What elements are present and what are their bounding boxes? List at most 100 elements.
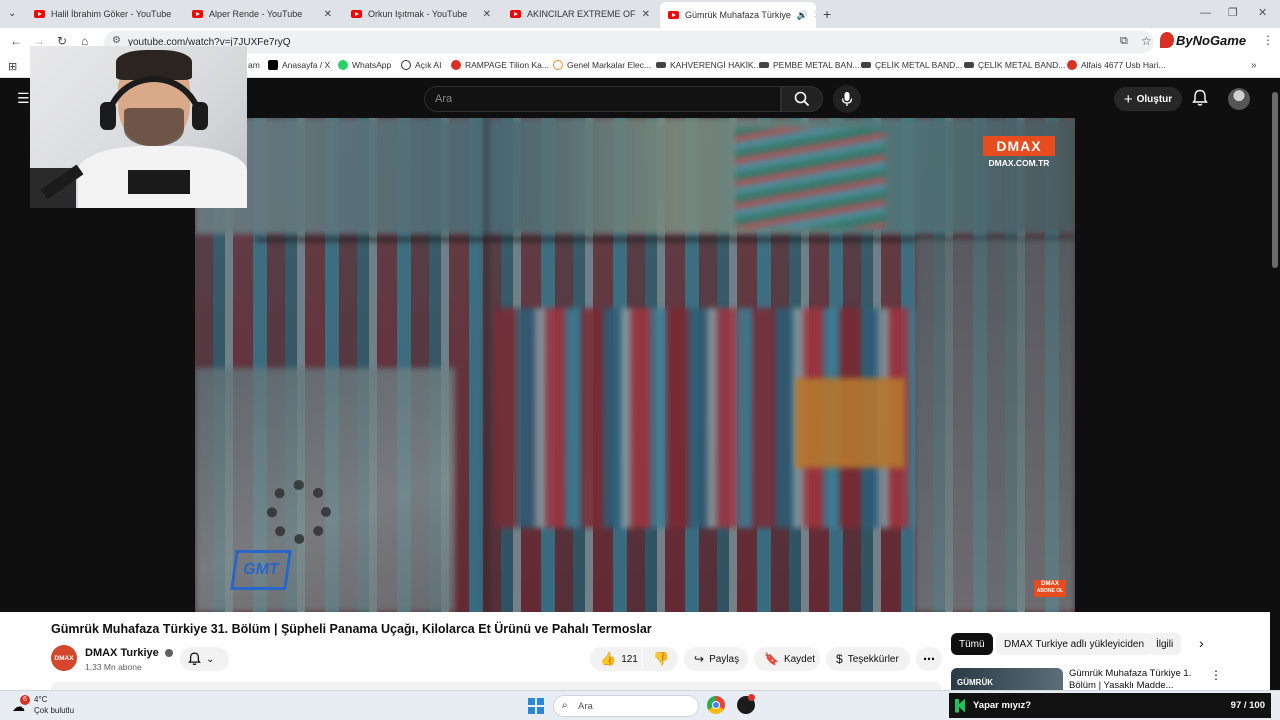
bookmark-kahverengi[interactable]: KAHVERENGİ HAKİK... bbox=[656, 60, 761, 70]
apps-grid-icon[interactable]: ⊞ bbox=[8, 60, 17, 73]
game-overlay-widget[interactable]: Yapar mıyız? 97 / 100 bbox=[949, 693, 1271, 718]
chrome-taskbar-icon[interactable] bbox=[707, 696, 725, 714]
save-button[interactable]: 🔖 Kaydet bbox=[754, 647, 820, 671]
microphone-icon bbox=[841, 92, 853, 106]
bookmark-acik-ai[interactable]: Açık AI bbox=[401, 60, 441, 70]
tab-search-chevron-icon[interactable]: ⌄ bbox=[8, 8, 16, 19]
speaker-icon[interactable]: 🔊 bbox=[797, 10, 808, 21]
youtube-favicon-icon bbox=[192, 10, 203, 18]
suggested-title-line-1: Gümrük Muhafaza Türkiye 1. bbox=[1069, 668, 1192, 679]
close-tab-icon[interactable]: ✕ bbox=[636, 9, 650, 20]
description-box[interactable] bbox=[51, 682, 941, 690]
more-actions-button[interactable]: ⋯ bbox=[916, 647, 942, 671]
video-frame-top bbox=[195, 118, 1075, 234]
channel-avatar[interactable]: DMAX bbox=[51, 645, 77, 671]
bookmark-x[interactable]: Anasayfa / X bbox=[268, 60, 330, 70]
cast-icon[interactable]: ⧉ bbox=[1120, 35, 1128, 48]
bookmark-whatsapp[interactable]: WhatsApp bbox=[338, 60, 391, 70]
bookmark-star-icon[interactable]: ☆ bbox=[1141, 34, 1152, 48]
close-tab-icon[interactable]: ✕ bbox=[808, 10, 816, 21]
video-info-panel: Gümrük Muhafaza Türkiye 31. Bölüm | Şüph… bbox=[0, 612, 1280, 690]
bookmark-label: PEMBE METAL BAN... bbox=[773, 60, 860, 70]
search-input[interactable]: Ara bbox=[424, 86, 781, 112]
bookmark-label: Açık AI bbox=[415, 60, 442, 70]
windows-taskbar: ☁ 6 4°C Çok bulutlu ⌕ Ara Yapar mıyız? 9… bbox=[0, 690, 1280, 720]
notification-bell-button[interactable]: ⌄ bbox=[180, 647, 229, 671]
youtube-favicon-icon bbox=[34, 10, 45, 18]
tab-orkun-isitmak[interactable]: Orkun Işıtmak - YouTube ✕ bbox=[343, 3, 499, 25]
bookmark-pembe-metal[interactable]: PEMBE METAL BAN... bbox=[759, 60, 859, 70]
game-score: 97 / 100 bbox=[1230, 700, 1265, 711]
tab-gumruk-muhafaza[interactable]: Gümrük Muhafaza Türkiye 🔊 ✕ bbox=[660, 2, 816, 28]
browser-menu-icon[interactable]: ⋮ bbox=[1262, 33, 1274, 47]
page-scrollbar[interactable] bbox=[1270, 80, 1280, 690]
back-arrow-icon[interactable]: ← bbox=[10, 34, 22, 48]
car-icon bbox=[759, 62, 769, 68]
chevron-down-icon: ⌄ bbox=[206, 653, 215, 665]
close-tab-icon[interactable]: ✕ bbox=[318, 9, 332, 20]
x-logo-icon bbox=[268, 60, 278, 70]
gmt-logo: GMT bbox=[230, 550, 292, 590]
user-avatar[interactable] bbox=[1228, 88, 1250, 110]
tab-title: AKINCILAR EXTREME OFFROAD bbox=[527, 9, 636, 19]
chip-from-uploader[interactable]: DMAX Turkiye adlı yükleyiciden bbox=[996, 633, 1153, 655]
search-icon bbox=[794, 91, 810, 107]
bookmark-celik-metal-1[interactable]: ÇELİK METAL BAND... bbox=[861, 60, 962, 70]
site-info-icon[interactable]: ⚙ bbox=[112, 35, 121, 46]
webcam-overlay bbox=[30, 46, 247, 208]
bookmark-celik-metal-2[interactable]: ÇELİK METAL BAND... bbox=[964, 60, 1065, 70]
address-bar[interactable]: ⚙ youtube.com/watch?v=j7JUXFe7ryQ bbox=[104, 31, 1154, 53]
tab-alper-rende[interactable]: Alper Rende - YouTube ✕ bbox=[184, 3, 340, 25]
bookmark-instagram[interactable]: am bbox=[248, 60, 260, 70]
like-button[interactable]: 👍 121 bbox=[590, 647, 642, 671]
bookmark-genel-markalar[interactable]: Genel Markalar Elec... bbox=[553, 60, 651, 70]
subscriber-count: 1,33 Mn abone bbox=[85, 662, 142, 672]
scrollbar-thumb[interactable] bbox=[1272, 92, 1278, 268]
bookmark-label: RAMPAGE Tilion Ka... bbox=[465, 60, 549, 70]
close-tab-icon[interactable]: ✕ bbox=[171, 9, 178, 20]
weather-widget[interactable]: ☁ 6 bbox=[12, 695, 30, 714]
suggested-video-title[interactable]: Gümrük Muhafaza Türkiye 1. Bölüm | Yasak… bbox=[1069, 668, 1209, 690]
video-player[interactable]: DMAX DMAX.COM.TR GMT DMAX ABONE OL bbox=[195, 118, 1075, 612]
bookmark-rampage[interactable]: RAMPAGE Tilion Ka... bbox=[451, 60, 549, 70]
bookmark-alfais[interactable]: Alfais 4677 Usb Hari... bbox=[1067, 60, 1166, 70]
minimize-window-icon[interactable]: — bbox=[1200, 7, 1211, 19]
chips-next-chevron-icon[interactable]: › bbox=[1199, 635, 1204, 651]
dmax-subscribe-watermark[interactable]: DMAX ABONE OL bbox=[1034, 580, 1066, 597]
windows-start-icon[interactable] bbox=[528, 698, 544, 714]
channel-name-text: DMAX Turkiye bbox=[85, 647, 159, 659]
browser-tab-bar: ⌄ Halil İbrahim Göker - YouTube ✕ Alper … bbox=[0, 0, 1280, 28]
search-placeholder: Ara bbox=[435, 93, 453, 105]
taskbar-search-input[interactable]: ⌕ Ara bbox=[553, 695, 699, 717]
notifications-bell-icon[interactable] bbox=[1192, 89, 1208, 112]
bookmark-label: Anasayfa / X bbox=[282, 60, 331, 70]
tab-akincilar-offroad[interactable]: AKINCILAR EXTREME OFFROAD ✕ bbox=[502, 3, 658, 25]
thanks-button[interactable]: $ Teşekkürler bbox=[826, 647, 910, 671]
suggested-video-thumbnail[interactable]: GÜMRÜK bbox=[951, 668, 1063, 690]
app-taskbar-icon[interactable] bbox=[737, 694, 755, 714]
create-button[interactable]: + Oluştur bbox=[1114, 87, 1182, 111]
channel-name[interactable]: DMAX Turkiye bbox=[85, 647, 173, 659]
tab-title: Alper Rende - YouTube bbox=[209, 9, 303, 19]
restore-window-icon[interactable]: ❐ bbox=[1228, 6, 1238, 19]
more-bookmarks-chevron-icon[interactable]: » bbox=[1251, 60, 1257, 71]
new-tab-plus-icon[interactable]: + bbox=[823, 6, 831, 22]
chip-all[interactable]: Tümü bbox=[951, 633, 993, 655]
video-split-line bbox=[485, 118, 488, 612]
close-window-icon[interactable]: ✕ bbox=[1258, 6, 1267, 19]
share-label: Paylaş bbox=[709, 653, 740, 665]
more-horizontal-icon: ⋯ bbox=[923, 652, 935, 666]
dmax-url-text: DMAX.COM.TR bbox=[988, 158, 1050, 168]
search-button[interactable] bbox=[781, 86, 823, 112]
suggested-more-icon[interactable]: ⋮ bbox=[1210, 668, 1222, 682]
tab-halil-ibrahim-goker[interactable]: Halil İbrahim Göker - YouTube ✕ bbox=[26, 3, 178, 25]
voice-search-button[interactable] bbox=[833, 85, 861, 113]
close-tab-icon[interactable]: ✕ bbox=[477, 9, 491, 20]
hamburger-menu-icon[interactable]: ☰ bbox=[17, 90, 30, 107]
bookmark-label: ÇELİK METAL BAND... bbox=[978, 60, 1066, 70]
bynogame-extension[interactable]: ByNoGame bbox=[1160, 32, 1246, 48]
bookmark-label: ÇELİK METAL BAND... bbox=[875, 60, 963, 70]
share-button[interactable]: ↪ Paylaş bbox=[684, 647, 748, 671]
dislike-button[interactable]: 👎 bbox=[643, 647, 678, 671]
chip-related[interactable]: İlgili bbox=[1148, 633, 1182, 655]
